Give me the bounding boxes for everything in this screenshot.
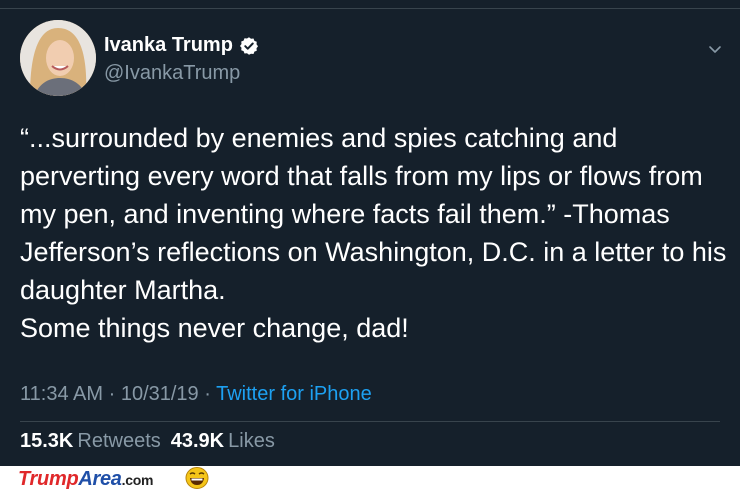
likes-count: 43.9K [170, 430, 225, 452]
meta-separator: · [108, 383, 116, 405]
tweet-text-line: Some things never change, dad! [20, 313, 409, 343]
retweets-count: 15.3K [20, 430, 74, 452]
watermark-bar: TrumpArea.com [0, 466, 740, 491]
tweet-text-line: daughter Martha. [20, 275, 226, 305]
stats-divider [20, 421, 720, 422]
tweet-stats: 15.3K Retweets 43.9K Likes [20, 430, 275, 453]
author-name-text[interactable]: Ivanka Trump [104, 34, 233, 57]
laughing-emoji-icon [184, 466, 210, 490]
tweet-text-line: Jefferson’s reflections on Washington, D… [20, 237, 727, 267]
tweet-meta: 11:34 AM · 10/31/19 · Twitter for iPhone [20, 383, 372, 406]
avatar[interactable] [20, 20, 96, 96]
meta-separator: · [204, 383, 211, 405]
tweet-text-line: my pen, and inventing where facts fail t… [20, 199, 670, 229]
retweets-stat[interactable]: 15.3K Retweets [20, 430, 161, 453]
author-name[interactable]: Ivanka Trump [104, 34, 259, 57]
brand-suffix: .com [121, 472, 154, 488]
brand-part2: Area [78, 468, 122, 490]
verified-badge-icon [239, 36, 259, 56]
tweet-text-line: perverting every word that falls from my… [20, 161, 703, 191]
author-handle[interactable]: @IvankaTrump [104, 62, 240, 85]
chevron-down-icon[interactable] [706, 40, 724, 58]
tweet-text: “...surrounded by enemies and spies catc… [20, 119, 727, 347]
brand-part1: Trump [18, 468, 79, 490]
tweet-card: Ivanka Trump @IvankaTrump “...surrounded… [0, 0, 740, 466]
retweets-label: Retweets [77, 430, 161, 452]
watermark-logo: TrumpArea.com [18, 468, 153, 491]
tweet-source-link[interactable]: Twitter for iPhone [216, 383, 372, 405]
likes-stat[interactable]: 43.9K Likes [171, 430, 275, 453]
top-divider [0, 8, 740, 9]
tweet-date[interactable]: 10/31/19 [121, 383, 199, 405]
tweet-time[interactable]: 11:34 AM [20, 383, 103, 405]
tweet-text-line: “...surrounded by enemies and spies catc… [20, 123, 618, 153]
likes-label: Likes [228, 430, 275, 452]
